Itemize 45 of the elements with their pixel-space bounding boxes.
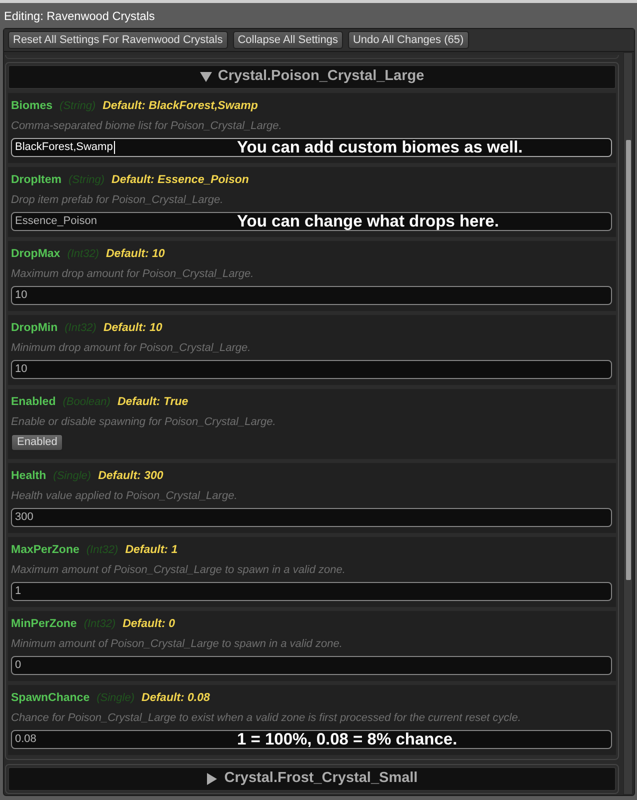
toolbar-button[interactable]: Undo All Changes (65) <box>348 31 469 49</box>
toolbar-button[interactable]: Reset All Settings For Ravenwood Crystals <box>8 31 228 49</box>
setting-name: Health <box>11 469 46 484</box>
setting-name: SpawnChance <box>11 691 90 706</box>
section-header[interactable]: Crystal.Frost_Crystal_Small <box>8 767 616 791</box>
annotation-text: You can add custom biomes as well. <box>237 138 523 157</box>
input-field[interactable]: 10 <box>11 360 612 379</box>
setting-description: Drop item prefab for Poison_Crystal_Large. <box>11 193 224 207</box>
setting-default: Default: 300 <box>98 469 164 484</box>
section-header[interactable]: Crystal.Poison_Crystal_Large <box>8 65 616 89</box>
setting-default: Default: 0 <box>122 617 176 632</box>
setting-name: MaxPerZone <box>11 543 80 558</box>
setting-default: Default: 0.08 <box>142 691 210 706</box>
setting-description: Chance for Poison_Crystal_Large to exist when a valid zone is first processed for the current reset cycle. <box>11 711 522 725</box>
annotation-text: 1 = 100%, 0.08 = 8% chance. <box>237 730 458 749</box>
annotation-text: You can change what drops here. <box>237 212 499 231</box>
setting-description: Minimum amount of Poison_Crystal_Large to spawn in a valid zone. <box>11 637 344 651</box>
setting-default: Default: 10 <box>103 321 162 336</box>
setting-default: Default: 1 <box>125 543 178 558</box>
setting-name: DropItem <box>11 173 62 188</box>
setting-description: Minimum drop amount for Poison_Crystal_Large. <box>11 341 252 355</box>
setting-description: Maximum amount of Poison_Crystal_Large to spawn in a valid zone. <box>11 563 346 577</box>
setting-default: Default: 10 <box>106 247 165 262</box>
input-field[interactable]: 1 <box>11 582 612 601</box>
setting-default: Default: BlackForest,Swamp <box>102 99 258 114</box>
scrollbar-track[interactable] <box>623 52 633 795</box>
setting-name: Enabled <box>11 395 56 410</box>
setting-default: Default: Essence_Poison <box>112 173 249 188</box>
setting-description: Enable or disable spawning for Poison_Crystal_Large. <box>11 415 277 429</box>
setting-default: Default: True <box>117 395 188 410</box>
setting-name: DropMax <box>11 247 60 262</box>
setting-name: MinPerZone <box>11 617 77 632</box>
setting-name: DropMin <box>11 321 58 336</box>
setting-description: Maximum drop amount for Poison_Crystal_Large. <box>11 267 255 281</box>
input-field[interactable]: 0 <box>11 656 612 675</box>
text-cursor <box>114 141 115 154</box>
input-field[interactable]: 10 <box>11 286 612 305</box>
setting-description: Health value applied to Poison_Crystal_Large. <box>11 489 238 503</box>
toolbar-button[interactable]: Collapse All Settings <box>232 31 343 49</box>
setting-name: Biomes <box>11 99 53 114</box>
setting-description: Comma-separated biome list for Poison_Crystal_Large. <box>11 119 283 133</box>
window-title: Editing: Ravenwood Crystals <box>3 8 156 25</box>
input-field[interactable]: 300 <box>11 508 612 527</box>
toggle-button[interactable]: Enabled <box>11 434 64 451</box>
scrollbar-thumb[interactable] <box>626 140 631 580</box>
